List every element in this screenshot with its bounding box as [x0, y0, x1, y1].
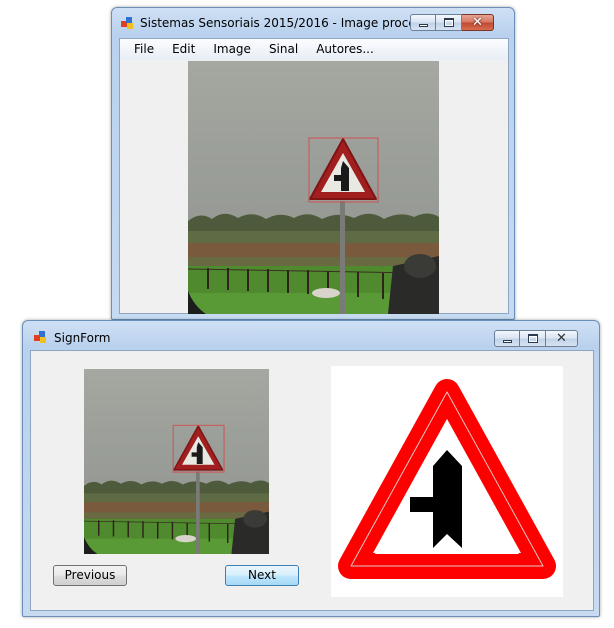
next-button[interactable]: Next	[225, 565, 299, 586]
close-icon: ✕	[472, 15, 483, 30]
menu-file[interactable]: File	[120, 39, 163, 60]
minimize-button[interactable]	[410, 14, 436, 31]
maximize-icon	[444, 18, 454, 27]
signform-window: SignForm ✕ Previous Next	[22, 320, 600, 617]
maximize-button[interactable]	[436, 14, 462, 31]
menu-image[interactable]: Image	[204, 39, 260, 60]
minimize-button[interactable]	[494, 330, 520, 347]
minimize-icon	[503, 340, 512, 343]
main-window: Sistemas Sensoriais 2015/2016 - Image pr…	[111, 7, 515, 320]
main-window-titlebar[interactable]: Sistemas Sensoriais 2015/2016 - Image pr…	[112, 8, 514, 38]
close-button[interactable]: ✕	[462, 14, 494, 31]
close-button[interactable]: ✕	[546, 330, 578, 347]
signform-client-area: Previous Next	[30, 350, 594, 611]
close-icon: ✕	[556, 331, 567, 346]
road-photo[interactable]	[188, 61, 439, 314]
minimize-icon	[419, 24, 428, 27]
app-window-icon	[121, 17, 133, 29]
main-client-area: File Edit Image Sinal Autores...	[119, 38, 509, 314]
maximize-icon	[528, 334, 538, 343]
maximize-button[interactable]	[520, 330, 546, 347]
menu-edit[interactable]: Edit	[163, 39, 204, 60]
window-title: Sistemas Sensoriais 2015/2016 - Image pr…	[140, 16, 410, 30]
menu-autores[interactable]: Autores...	[307, 39, 383, 60]
window-title: SignForm	[54, 331, 111, 345]
app-window-icon	[34, 331, 46, 343]
signform-titlebar[interactable]: SignForm ✕	[23, 321, 599, 351]
menu-sinal[interactable]: Sinal	[260, 39, 307, 60]
thumbnail-photo	[84, 369, 269, 554]
menu-bar: File Edit Image Sinal Autores...	[120, 39, 508, 60]
reference-sign-image	[331, 366, 563, 597]
previous-button[interactable]: Previous	[53, 565, 127, 586]
